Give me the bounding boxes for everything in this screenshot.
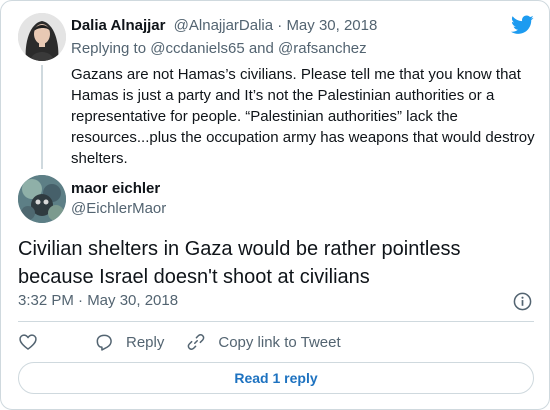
parent-avatar[interactable] xyxy=(18,13,66,61)
parent-author-name[interactable]: Dalia Alnajjar xyxy=(71,17,165,34)
embedded-tweet-card: Dalia Alnajjar @AlnajjarDalia · May 30, … xyxy=(0,0,550,410)
main-avatar[interactable] xyxy=(18,175,66,223)
parent-author-handle[interactable]: @AlnajjarDalia xyxy=(174,17,273,34)
twitter-bird-icon[interactable] xyxy=(511,15,534,35)
link-icon xyxy=(188,334,205,350)
action-divider xyxy=(18,321,534,322)
reply-label: Reply xyxy=(126,333,165,351)
parent-tweet-header: Dalia Alnajjar @AlnajjarDalia · May 30, … xyxy=(71,16,377,36)
main-tweet-timestamp[interactable]: 3:32 PM · May 30, 2018 xyxy=(18,291,178,311)
mention-link-rafsanchez[interactable]: @rafsanchez xyxy=(278,40,367,57)
main-author-handle[interactable]: @EichlerMaor xyxy=(71,199,166,219)
reply-icon xyxy=(96,334,112,351)
replying-to-prefix: Replying to xyxy=(71,40,151,57)
parent-tweet-date[interactable]: May 30, 2018 xyxy=(286,17,377,34)
parent-tweet-text: Gazans are not Hamas’s civilians. Please… xyxy=(71,66,535,167)
main-tweet-text: Civilian shelters in Gaza would be rathe… xyxy=(18,238,461,288)
heart-icon xyxy=(19,334,37,350)
reply-button[interactable]: Reply xyxy=(94,332,164,352)
replying-and: and xyxy=(244,40,279,57)
copy-link-button[interactable]: Copy link to Tweet xyxy=(186,332,341,352)
parent-meta-separator: · xyxy=(273,17,287,34)
copy-link-label: Copy link to Tweet xyxy=(218,333,341,351)
main-avatar-image xyxy=(18,175,66,223)
tweet-actions: Reply Copy link to Tweet xyxy=(18,331,363,353)
mention-link-ccdaniels65[interactable]: @ccdaniels65 xyxy=(150,40,244,57)
thread-connector-line xyxy=(41,65,43,169)
replying-to-line: Replying to @ccdaniels65 and @rafsanchez xyxy=(71,39,367,59)
read-reply-button[interactable]: Read 1 reply xyxy=(18,362,534,394)
like-button[interactable] xyxy=(18,332,50,352)
main-author-name[interactable]: maor eichler xyxy=(71,179,160,199)
info-icon[interactable] xyxy=(513,292,532,311)
parent-avatar-image xyxy=(18,13,66,61)
